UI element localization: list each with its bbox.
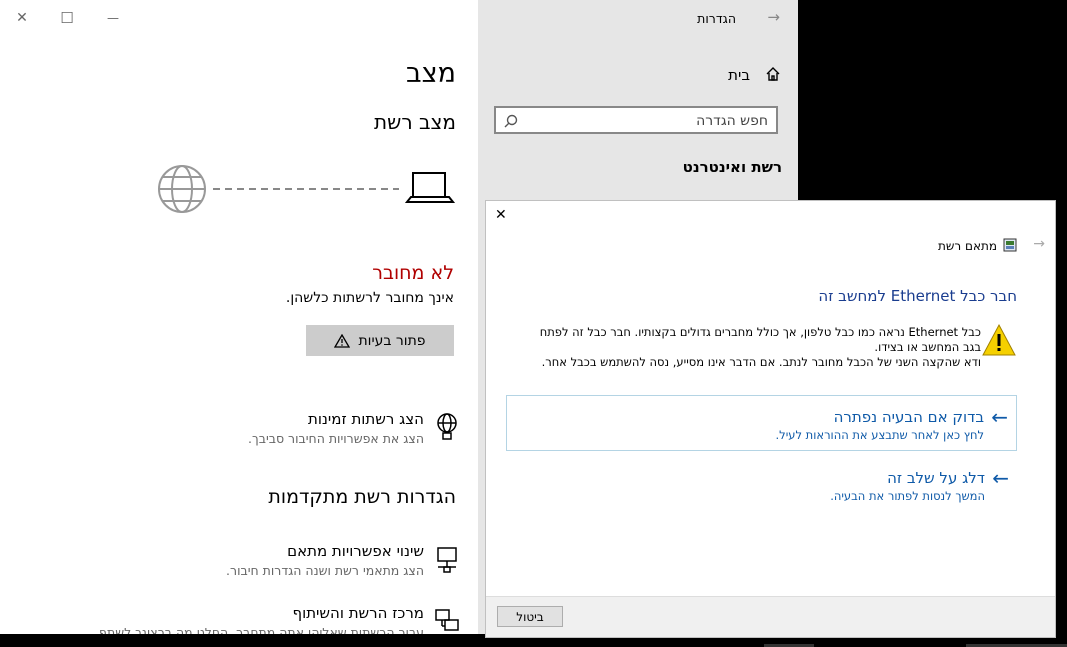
network-center-desc: עבור הרשתות שאליהן אתה מתחבר, החלט מה בר… xyxy=(95,625,424,634)
dialog-breadcrumb: מתאם רשת xyxy=(938,239,997,253)
warning-triangle-icon xyxy=(982,323,1016,356)
minimize-window-button[interactable]: — xyxy=(103,8,123,28)
dialog-close-icon[interactable]: ✕ xyxy=(495,207,507,223)
troubleshoot-button[interactable]: פתור בעיות xyxy=(306,325,454,356)
dialog-footer: ביטול xyxy=(486,596,1055,637)
troubleshooter-dialog: ✕ → מתאם רשת חבר כבל Ethernet למחשב זה כ… xyxy=(485,200,1056,638)
skip-step-title: דלג על שלב זה xyxy=(887,469,985,487)
network-adapter-icon xyxy=(1003,238,1017,252)
network-status-heading: מצב רשת xyxy=(374,110,456,134)
connection-status-text: אינך מחובר לרשתות כלשהן. xyxy=(285,290,454,306)
skip-step-desc: המשך לנסות לפתור את הבעיה. xyxy=(830,489,985,503)
network-status-diagram xyxy=(158,165,456,213)
arrow-left-icon: ← xyxy=(991,405,1008,429)
network-center-title: מרכז הרשת והשיתוף xyxy=(292,604,424,622)
network-center-option[interactable]: מרכז הרשת והשיתוף עבור הרשתות שאליהן אתה… xyxy=(0,604,460,634)
connection-status: לא מחובר xyxy=(372,262,454,284)
dialog-heading: חבר כבל Ethernet למחשב זה xyxy=(818,287,1017,305)
home-icon[interactable] xyxy=(765,66,781,82)
close-window-button[interactable]: ✕ xyxy=(12,8,32,28)
change-adapter-title: שינוי אפשרויות מתאם xyxy=(287,542,424,560)
search-icon xyxy=(504,114,518,128)
search-input[interactable] xyxy=(526,111,770,131)
laptop-icon xyxy=(404,172,456,203)
maximize-window-button[interactable]: ☐ xyxy=(57,8,77,28)
sharing-center-icon xyxy=(435,609,459,631)
arrow-left-icon: ← xyxy=(992,466,1009,490)
network-globe-icon xyxy=(437,413,457,440)
check-solved-option[interactable]: ← בדוק אם הבעיה נפתרה לחץ כאן לאחר שתבצע… xyxy=(506,395,1017,451)
skip-step-option[interactable]: ← דלג על שלב זה המשך לנסות לפתור את הבעי… xyxy=(506,463,1017,509)
check-solved-desc: לחץ כאן לאחר שתבצע את ההוראות לעיל. xyxy=(775,428,984,442)
warning-icon xyxy=(334,333,351,348)
warning-text: כבל Ethernet נראה כמו כבל טלפון, אך כולל… xyxy=(539,325,981,369)
settings-title: הגדרות xyxy=(697,11,736,26)
network-internet-section: רשת ואינטרנט xyxy=(682,158,782,176)
change-adapter-desc: הצג מתאמי רשת ושנה הגדרות חיבור. xyxy=(226,563,424,578)
cancel-button[interactable]: ביטול xyxy=(497,606,563,627)
search-box[interactable] xyxy=(494,106,778,134)
show-networks-desc: הצג את אפשרויות החיבור סביבך. xyxy=(248,431,424,446)
home-label[interactable]: בית xyxy=(728,66,750,84)
change-adapter-option[interactable]: שינוי אפשרויות מתאם הצג מתאמי רשת ושנה ה… xyxy=(200,542,460,584)
main-pane: ✕ ☐ — מצב מצב רשת לא מחובר אינך מחובר לר… xyxy=(0,0,478,634)
adapter-icon xyxy=(437,547,457,573)
troubleshoot-label: פתור בעיות xyxy=(358,332,426,349)
back-arrow-icon[interactable]: → xyxy=(767,8,780,26)
advanced-settings-heading: הגדרות רשת מתקדמות xyxy=(268,486,456,508)
show-networks-title: הצג רשתות זמינות xyxy=(307,410,424,428)
globe-icon xyxy=(158,165,206,213)
check-solved-title: בדוק אם הבעיה נפתרה xyxy=(833,408,984,426)
dialog-back-icon[interactable]: → xyxy=(1033,236,1045,252)
show-networks-option[interactable]: הצג רשתות זמינות הצג את אפשרויות החיבור … xyxy=(200,410,460,452)
page-title: מצב xyxy=(406,58,456,89)
